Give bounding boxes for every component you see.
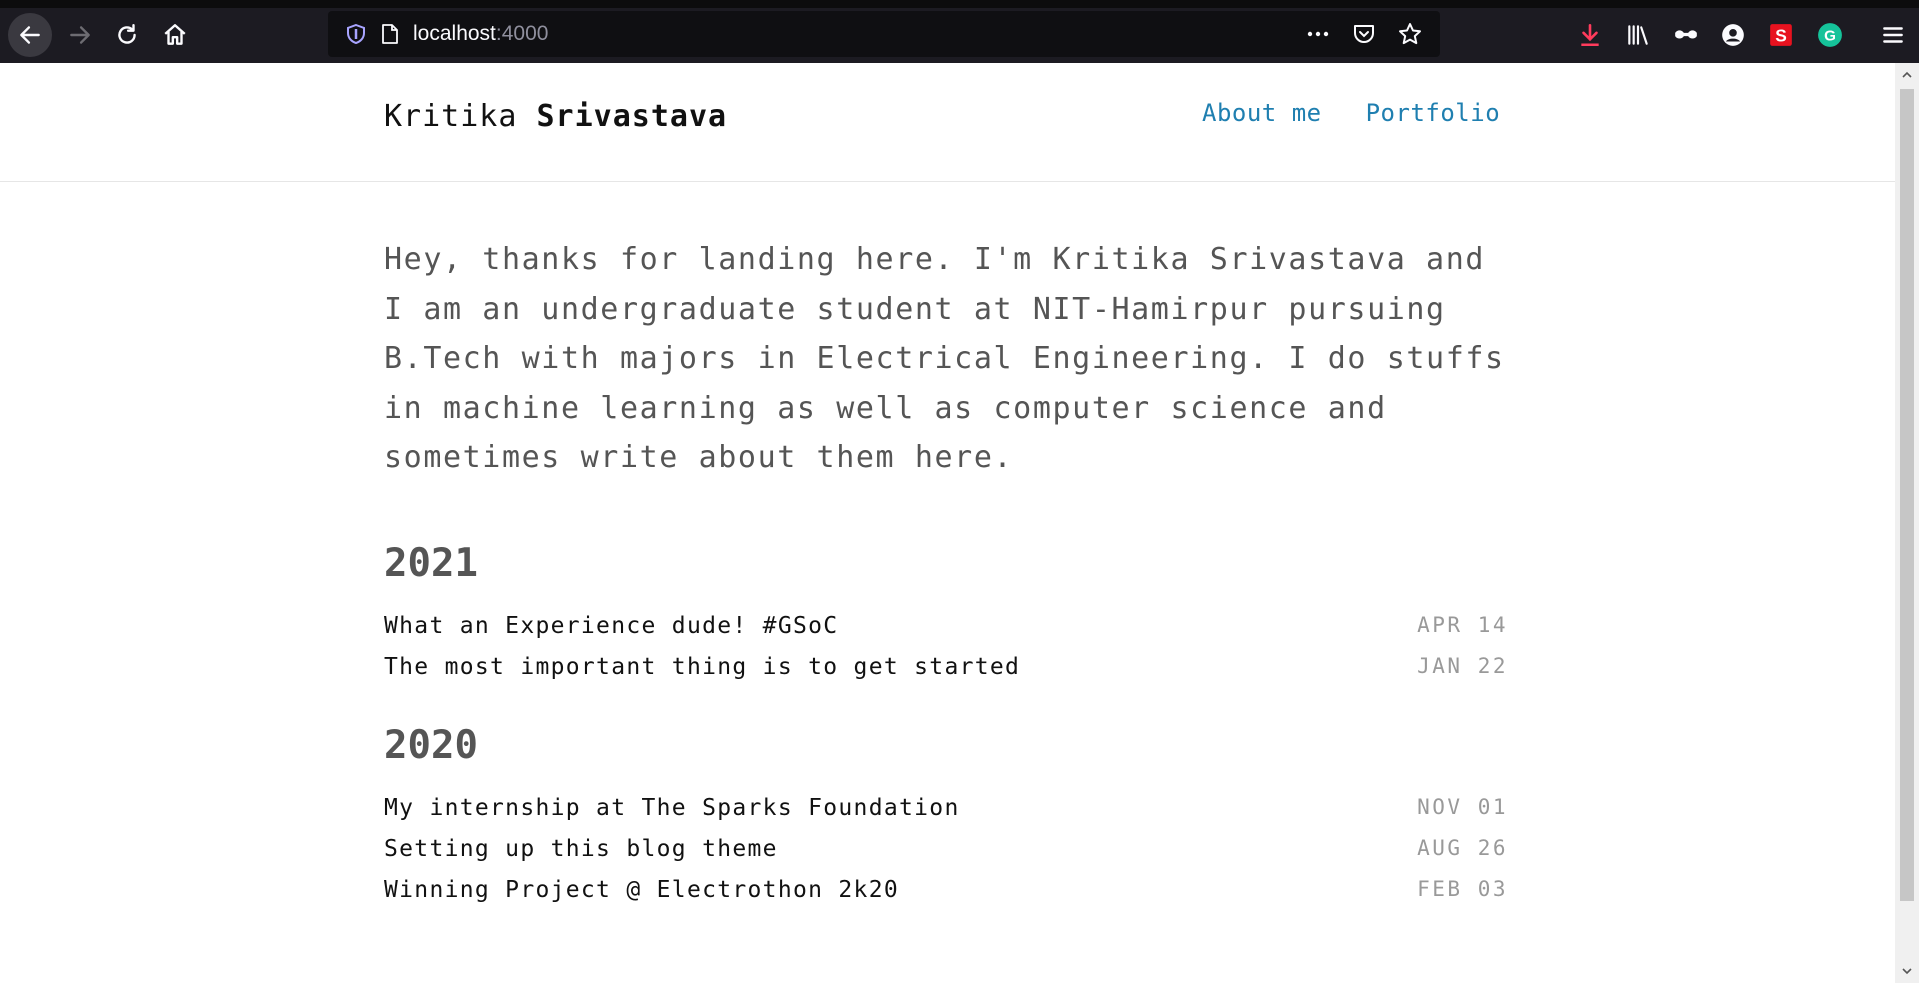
post-item[interactable]: Winning Project @ Electrothon 2k20 FEB 0… — [384, 877, 1508, 903]
menu-icon[interactable] — [1880, 22, 1906, 48]
scroll-down-icon[interactable] — [1901, 965, 1913, 977]
scroll-up-icon[interactable] — [1901, 69, 1913, 81]
post-title[interactable]: The most important thing is to get start… — [384, 654, 1020, 680]
site-title-first: Kritika — [384, 99, 518, 134]
forward-button[interactable] — [58, 13, 102, 57]
post-date: APR 14 — [1417, 613, 1508, 637]
home-button[interactable] — [153, 13, 197, 57]
svg-text:G: G — [1824, 27, 1836, 44]
post-date: JAN 22 — [1417, 654, 1508, 678]
shield-icon[interactable] — [346, 24, 366, 44]
vertical-scrollbar[interactable] — [1895, 63, 1919, 983]
extension-s-icon[interactable]: S — [1768, 22, 1794, 48]
url-host: localhost — [413, 22, 496, 45]
post-item[interactable]: My internship at The Sparks Foundation N… — [384, 795, 1508, 821]
url-text[interactable]: localhost:4000 — [413, 22, 548, 46]
post-item[interactable]: The most important thing is to get start… — [384, 654, 1508, 680]
reload-button[interactable] — [105, 13, 149, 57]
page-icon[interactable] — [380, 23, 400, 45]
account-icon[interactable] — [1720, 22, 1746, 48]
intro-paragraph: Hey, thanks for landing here. I'm Kritik… — [384, 242, 1505, 475]
post-date: FEB 03 — [1417, 877, 1508, 901]
post-title[interactable]: Winning Project @ Electrothon 2k20 — [384, 877, 899, 903]
page-content: Kritika Srivastava About me Portfolio He… — [0, 63, 1895, 983]
nav-portfolio[interactable]: Portfolio — [1366, 99, 1501, 127]
arrow-right-icon — [70, 26, 90, 44]
post-title[interactable]: My internship at The Sparks Foundation — [384, 795, 960, 821]
browser-toolbar: localhost:4000 S G — [0, 0, 1919, 63]
url-bar[interactable]: localhost:4000 — [328, 11, 1440, 57]
grammarly-icon[interactable]: G — [1817, 22, 1843, 48]
site-header: Kritika Srivastava About me Portfolio — [0, 63, 1895, 182]
more-icon[interactable] — [1306, 22, 1330, 46]
site-title-last: Srivastava — [536, 99, 728, 134]
arrow-left-icon — [20, 26, 40, 44]
post-item[interactable]: Setting up this blog theme AUG 26 — [384, 836, 1508, 862]
year-heading-2020: 2020 — [384, 723, 478, 768]
home-icon — [164, 24, 186, 45]
post-item[interactable]: What an Experience dude! #GSoC APR 14 — [384, 613, 1508, 639]
url-port: :4000 — [495, 22, 549, 45]
post-date: AUG 26 — [1417, 836, 1508, 860]
library-icon[interactable] — [1625, 22, 1651, 48]
svg-text:S: S — [1775, 26, 1787, 46]
back-button[interactable] — [8, 13, 52, 57]
scrollbar-thumb[interactable] — [1900, 89, 1914, 901]
mask-icon[interactable] — [1673, 22, 1699, 48]
site-title[interactable]: Kritika Srivastava — [384, 99, 727, 134]
download-icon[interactable] — [1577, 22, 1603, 48]
post-title[interactable]: What an Experience dude! #GSoC — [384, 613, 838, 639]
pocket-icon[interactable] — [1352, 22, 1376, 46]
post-date: NOV 01 — [1417, 795, 1508, 819]
nav-about-me[interactable]: About me — [1202, 99, 1322, 127]
star-icon[interactable] — [1398, 22, 1422, 46]
site-nav: About me Portfolio — [1202, 99, 1500, 127]
reload-icon — [118, 24, 136, 44]
year-heading-2021: 2021 — [384, 541, 478, 586]
post-title[interactable]: Setting up this blog theme — [384, 836, 778, 862]
